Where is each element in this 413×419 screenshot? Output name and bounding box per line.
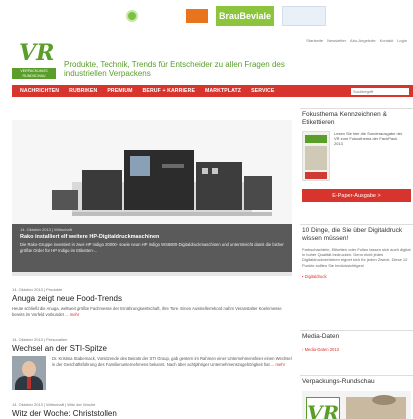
toplink-newsletter[interactable]: Newsletter xyxy=(327,38,346,43)
article-title[interactable]: Wechsel an der STI-Spitze xyxy=(12,344,292,353)
article-teaser: Heute schließt die Anuga, weltweit größt… xyxy=(12,306,292,318)
banner-ad-tag xyxy=(186,9,208,23)
more-link[interactable]: mehr xyxy=(275,362,285,367)
sidebar-vr-box: Verpackungs-Rundschau VR xyxy=(300,375,413,419)
sidebar-digital-text: Farbschachteln, Etiketten oder Folien la… xyxy=(302,247,411,268)
hero-caption[interactable]: 14. Oktober 2013 | Wirtschaft Rako insta… xyxy=(12,224,292,272)
toplink-login[interactable]: Login xyxy=(397,38,407,43)
article-date: 14. Oktober 2013 | Personalien xyxy=(12,337,68,342)
sidebar-focus-text: Lesen Sie hier die Sonderausgabe der VR … xyxy=(334,131,403,147)
article-date: 14. Oktober 2013 | Produkte xyxy=(12,287,63,292)
hero-slider-bar[interactable] xyxy=(12,272,292,276)
toplink-startseite[interactable]: Startseite xyxy=(306,38,323,43)
digitaldruck-link[interactable]: ▪ Digitaldruck xyxy=(300,270,413,283)
hero-date: 14. Oktober 2013 | Wirtschaft xyxy=(20,227,72,232)
article-item: 14. Oktober 2013 | Wirtschaft | Witz der… xyxy=(12,402,292,418)
toplink-abo[interactable]: Abo-Angebote xyxy=(350,38,376,43)
top-links: Startseite Newsletter Abo-Angebote Konta… xyxy=(306,38,407,43)
article-date: 14. Oktober 2013 | Wirtschaft | Witz der… xyxy=(12,402,96,407)
article-teaser: Dr. Kristina Stabernack, Vorsitzende des… xyxy=(52,356,292,390)
banner-ad-left[interactable] xyxy=(126,6,208,26)
more-link[interactable]: mehr xyxy=(70,312,80,317)
sidebar-focus-row: Lesen Sie hier die Sonderausgabe der VR … xyxy=(300,129,413,183)
article-teaser-text: Heute schließt die Anuga, weltweit größt… xyxy=(12,306,282,317)
cover-image xyxy=(305,146,327,170)
magazine-cover[interactable] xyxy=(302,131,330,181)
sidebar-digital-title[interactable]: 10 Dinge, die Sie über Digitaldruck wiss… xyxy=(300,224,413,245)
vr-promo-image[interactable]: VR xyxy=(302,390,411,419)
nav-item-marktplatz[interactable]: MARKTPLATZ xyxy=(205,88,241,94)
article-title[interactable]: Witz der Woche: Christstollen xyxy=(12,409,292,418)
article-photo[interactable] xyxy=(12,356,46,390)
media-daten-link-label: Media-Daten 2013 xyxy=(304,346,340,352)
epaper-button[interactable]: E-Paper-Ausgabe > xyxy=(302,189,411,202)
hero-title[interactable]: Rako installiert elf weitere HP-Digitald… xyxy=(20,234,284,240)
nav-item-nachrichten[interactable]: NACHRICHTEN xyxy=(20,88,59,94)
article-row: Dr. Kristina Stabernack, Vorsitzende des… xyxy=(12,356,292,390)
logo-mark: VR xyxy=(19,40,55,66)
sidebar-focus-title[interactable]: Fokusthema Kennzeichnen & Etikettieren xyxy=(300,108,413,129)
article-title[interactable]: Anuga zeigt neue Food-Trends xyxy=(12,294,292,303)
toplink-kontakt[interactable]: Kontakt xyxy=(380,38,394,43)
braubeviale-banner[interactable]: BrauBeviale xyxy=(216,6,274,26)
sidebar-focus-box: Fokusthema Kennzeichnen & Etikettieren L… xyxy=(300,108,413,202)
search-input[interactable] xyxy=(351,87,409,95)
nav-item-service[interactable]: SERVICE xyxy=(251,88,274,94)
hero-teaser: Die Rako-Gruppe investiert in zwei HP In… xyxy=(20,242,284,253)
person-tie xyxy=(27,377,31,389)
nav-item-premium[interactable]: PREMIUM xyxy=(107,88,132,94)
article-teaser-text: Dr. Kristina Stabernack, Vorsitzende des… xyxy=(52,356,292,367)
site-tagline: Produkte, Technik, Trends für Entscheide… xyxy=(64,60,285,78)
sidebar-vr-title: Verpackungs-Rundschau xyxy=(300,375,413,389)
main-nav: NACHRICHTEN RUBRIKEN PREMIUM BERUF + KAR… xyxy=(12,85,413,97)
vr-logo-icon: VR xyxy=(306,396,340,419)
cover-footer xyxy=(305,172,327,179)
cover-band xyxy=(305,135,327,143)
banner-ad-right[interactable] xyxy=(282,6,326,26)
nav-item-beruf-karriere[interactable]: BERUF + KARRIERE xyxy=(143,88,195,94)
logo-subtitle: VERPACKUNGS RUNDSCHAU xyxy=(12,68,56,79)
person-head xyxy=(22,361,36,377)
banner-circle-icon xyxy=(126,10,138,22)
media-daten-link[interactable]: › Media-Daten 2013 xyxy=(300,344,413,355)
site-logo[interactable]: VR VERPACKUNGS RUNDSCHAU xyxy=(12,38,56,84)
nav-item-rubriken[interactable]: RUBRIKEN xyxy=(69,88,97,94)
article-item: 14. Oktober 2013 | Personalien Wechsel a… xyxy=(12,337,292,390)
product-lid xyxy=(372,394,396,405)
sidebar-digital-box: 10 Dinge, die Sie über Digitaldruck wiss… xyxy=(300,224,413,283)
sidebar-media-title: Media-Daten xyxy=(300,330,413,344)
digitaldruck-link-label: Digitaldruck xyxy=(304,273,327,279)
article-item: 14. Oktober 2013 | Produkte Anuga zeigt … xyxy=(12,287,292,318)
top-banner-area: BrauBeviale xyxy=(120,4,413,28)
sidebar-media-box: Media-Daten › Media-Daten 2013 xyxy=(300,330,413,355)
printing-press-illustration xyxy=(12,120,292,224)
